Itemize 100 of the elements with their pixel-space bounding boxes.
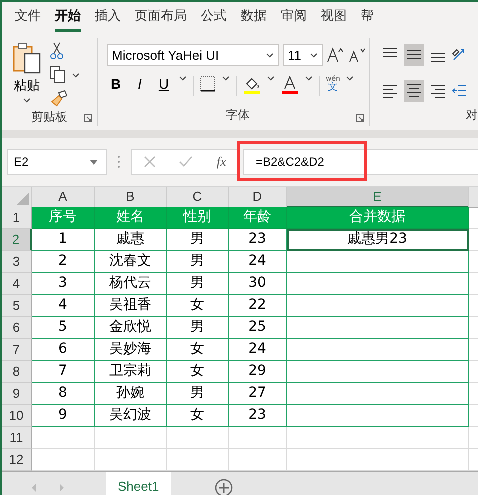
table-cell: 男 <box>167 273 229 295</box>
row-header[interactable]: 3 <box>2 251 32 273</box>
sheet-tab[interactable]: Sheet1 <box>106 472 172 495</box>
font-name-dropdown[interactable]: Microsoft YaHei UI <box>107 44 279 66</box>
table-cell: 9 <box>32 405 95 427</box>
table-cell: 卫宗莉 <box>95 361 167 383</box>
table-cell: 沈春文 <box>95 251 167 273</box>
table-cell: 8 <box>32 383 95 405</box>
caret-icon[interactable] <box>267 76 275 81</box>
caret-icon[interactable] <box>179 76 187 81</box>
dialog-launcher-icon[interactable] <box>356 114 365 123</box>
name-box[interactable]: E2 <box>7 149 107 175</box>
caret-icon[interactable] <box>346 76 354 81</box>
table-cell: 戚惠男23 <box>287 229 469 251</box>
header-cell: 年龄 <box>229 207 287 229</box>
paste-button[interactable]: 粘贴 <box>12 38 42 108</box>
table-cell: 吴妙海 <box>95 339 167 361</box>
ribbon-tab[interactable]: 文件 <box>15 2 41 32</box>
row-header[interactable]: 12 <box>2 449 32 471</box>
table-cell: 29 <box>229 361 287 383</box>
insert-function-button[interactable]: fx <box>216 154 226 170</box>
table-cell: 吴祖香 <box>95 295 167 317</box>
scissors-icon[interactable] <box>50 42 64 60</box>
row-header[interactable]: 10 <box>2 405 32 427</box>
copy-icon[interactable] <box>50 66 80 84</box>
empty-cell <box>95 427 167 449</box>
table-cell: 男 <box>167 251 229 273</box>
table-cell: 23 <box>229 229 287 251</box>
row-header[interactable]: 7 <box>2 339 32 361</box>
fill-color-icon[interactable] <box>243 76 261 94</box>
table-cell: 22 <box>229 295 287 317</box>
group-label: 字体 <box>226 106 250 124</box>
table-cell: 27 <box>229 383 287 405</box>
row-header[interactable]: 2 <box>2 229 32 251</box>
header-cell: 姓名 <box>95 207 167 229</box>
caret-icon <box>23 98 31 103</box>
table-cell: 23 <box>229 405 287 427</box>
bold-button[interactable]: B <box>107 76 125 92</box>
table-cell: 男 <box>167 317 229 339</box>
row-header[interactable]: 4 <box>2 273 32 295</box>
table-cell: 女 <box>167 339 229 361</box>
clipboard-icon <box>12 42 42 74</box>
table-cell: 男 <box>167 383 229 405</box>
ribbon-tab[interactable]: 公式 <box>201 2 227 32</box>
column-header[interactable]: E <box>287 187 469 208</box>
table-cell: 7 <box>32 361 95 383</box>
font-size-dropdown[interactable]: 11 <box>283 44 323 66</box>
table-cell: 3 <box>32 273 95 295</box>
header-cell: 合并数据 <box>287 207 469 229</box>
grow-font-icon[interactable] <box>327 47 345 63</box>
table-cell: 6 <box>32 339 95 361</box>
ribbon-tab[interactable]: 插入 <box>95 2 121 32</box>
header-cell: 性别 <box>167 207 229 229</box>
drag-handle-icon[interactable] <box>117 155 121 169</box>
table-cell: 戚惠 <box>95 229 167 251</box>
caret-icon <box>310 52 318 58</box>
ribbon-tab[interactable]: 审阅 <box>281 2 307 32</box>
table-cell: 金欣悦 <box>95 317 167 339</box>
table-cell: 24 <box>229 251 287 273</box>
format-painter-icon[interactable] <box>50 90 68 108</box>
row-header[interactable]: 8 <box>2 361 32 383</box>
row-header[interactable]: 11 <box>2 427 32 449</box>
italic-button[interactable]: I <box>131 76 149 92</box>
align-middle-icon[interactable] <box>404 44 424 66</box>
empty-cell <box>167 427 229 449</box>
caret-icon <box>266 52 274 58</box>
ribbon-tab[interactable]: 页面布局 <box>135 2 187 32</box>
formula-input[interactable]: =B2&C2&D2 <box>243 149 478 175</box>
table-cell: 2 <box>32 251 95 273</box>
table-cell: 30 <box>229 273 287 295</box>
table-cell: 杨代云 <box>95 273 167 295</box>
font-color-icon[interactable] <box>281 76 299 94</box>
ribbon-tab[interactable]: 视图 <box>321 2 347 32</box>
check-icon[interactable] <box>179 156 194 168</box>
add-sheet-icon[interactable] <box>215 479 234 495</box>
row-header[interactable]: 5 <box>2 295 32 317</box>
table-cell: 5 <box>32 317 95 339</box>
table-cell: 吴幻波 <box>95 405 167 427</box>
table-cell: 女 <box>167 295 229 317</box>
dialog-launcher-icon[interactable] <box>84 114 93 123</box>
row-header[interactable]: 6 <box>2 317 32 339</box>
caret-icon[interactable] <box>305 76 313 81</box>
row-header[interactable]: 9 <box>2 383 32 405</box>
row-header[interactable]: 1 <box>2 207 32 229</box>
table-cell: 男 <box>167 229 229 251</box>
ribbon-tab[interactable]: 数据 <box>241 2 267 32</box>
caret-icon <box>90 160 98 164</box>
align-center-icon[interactable] <box>404 80 424 102</box>
borders-icon[interactable] <box>200 76 216 92</box>
empty-cell <box>229 427 287 449</box>
caret-icon[interactable] <box>222 76 230 81</box>
shrink-font-icon[interactable] <box>349 47 367 63</box>
ribbon-tab[interactable]: 帮 <box>361 2 374 32</box>
table-cell: 24 <box>229 339 287 361</box>
table-cell: 25 <box>229 317 287 339</box>
table-cell: 1 <box>32 229 95 251</box>
group-label: 剪贴板 <box>32 108 68 126</box>
underline-button[interactable]: U <box>155 76 173 92</box>
table-cell: 女 <box>167 405 229 427</box>
table-cell: 女 <box>167 361 229 383</box>
